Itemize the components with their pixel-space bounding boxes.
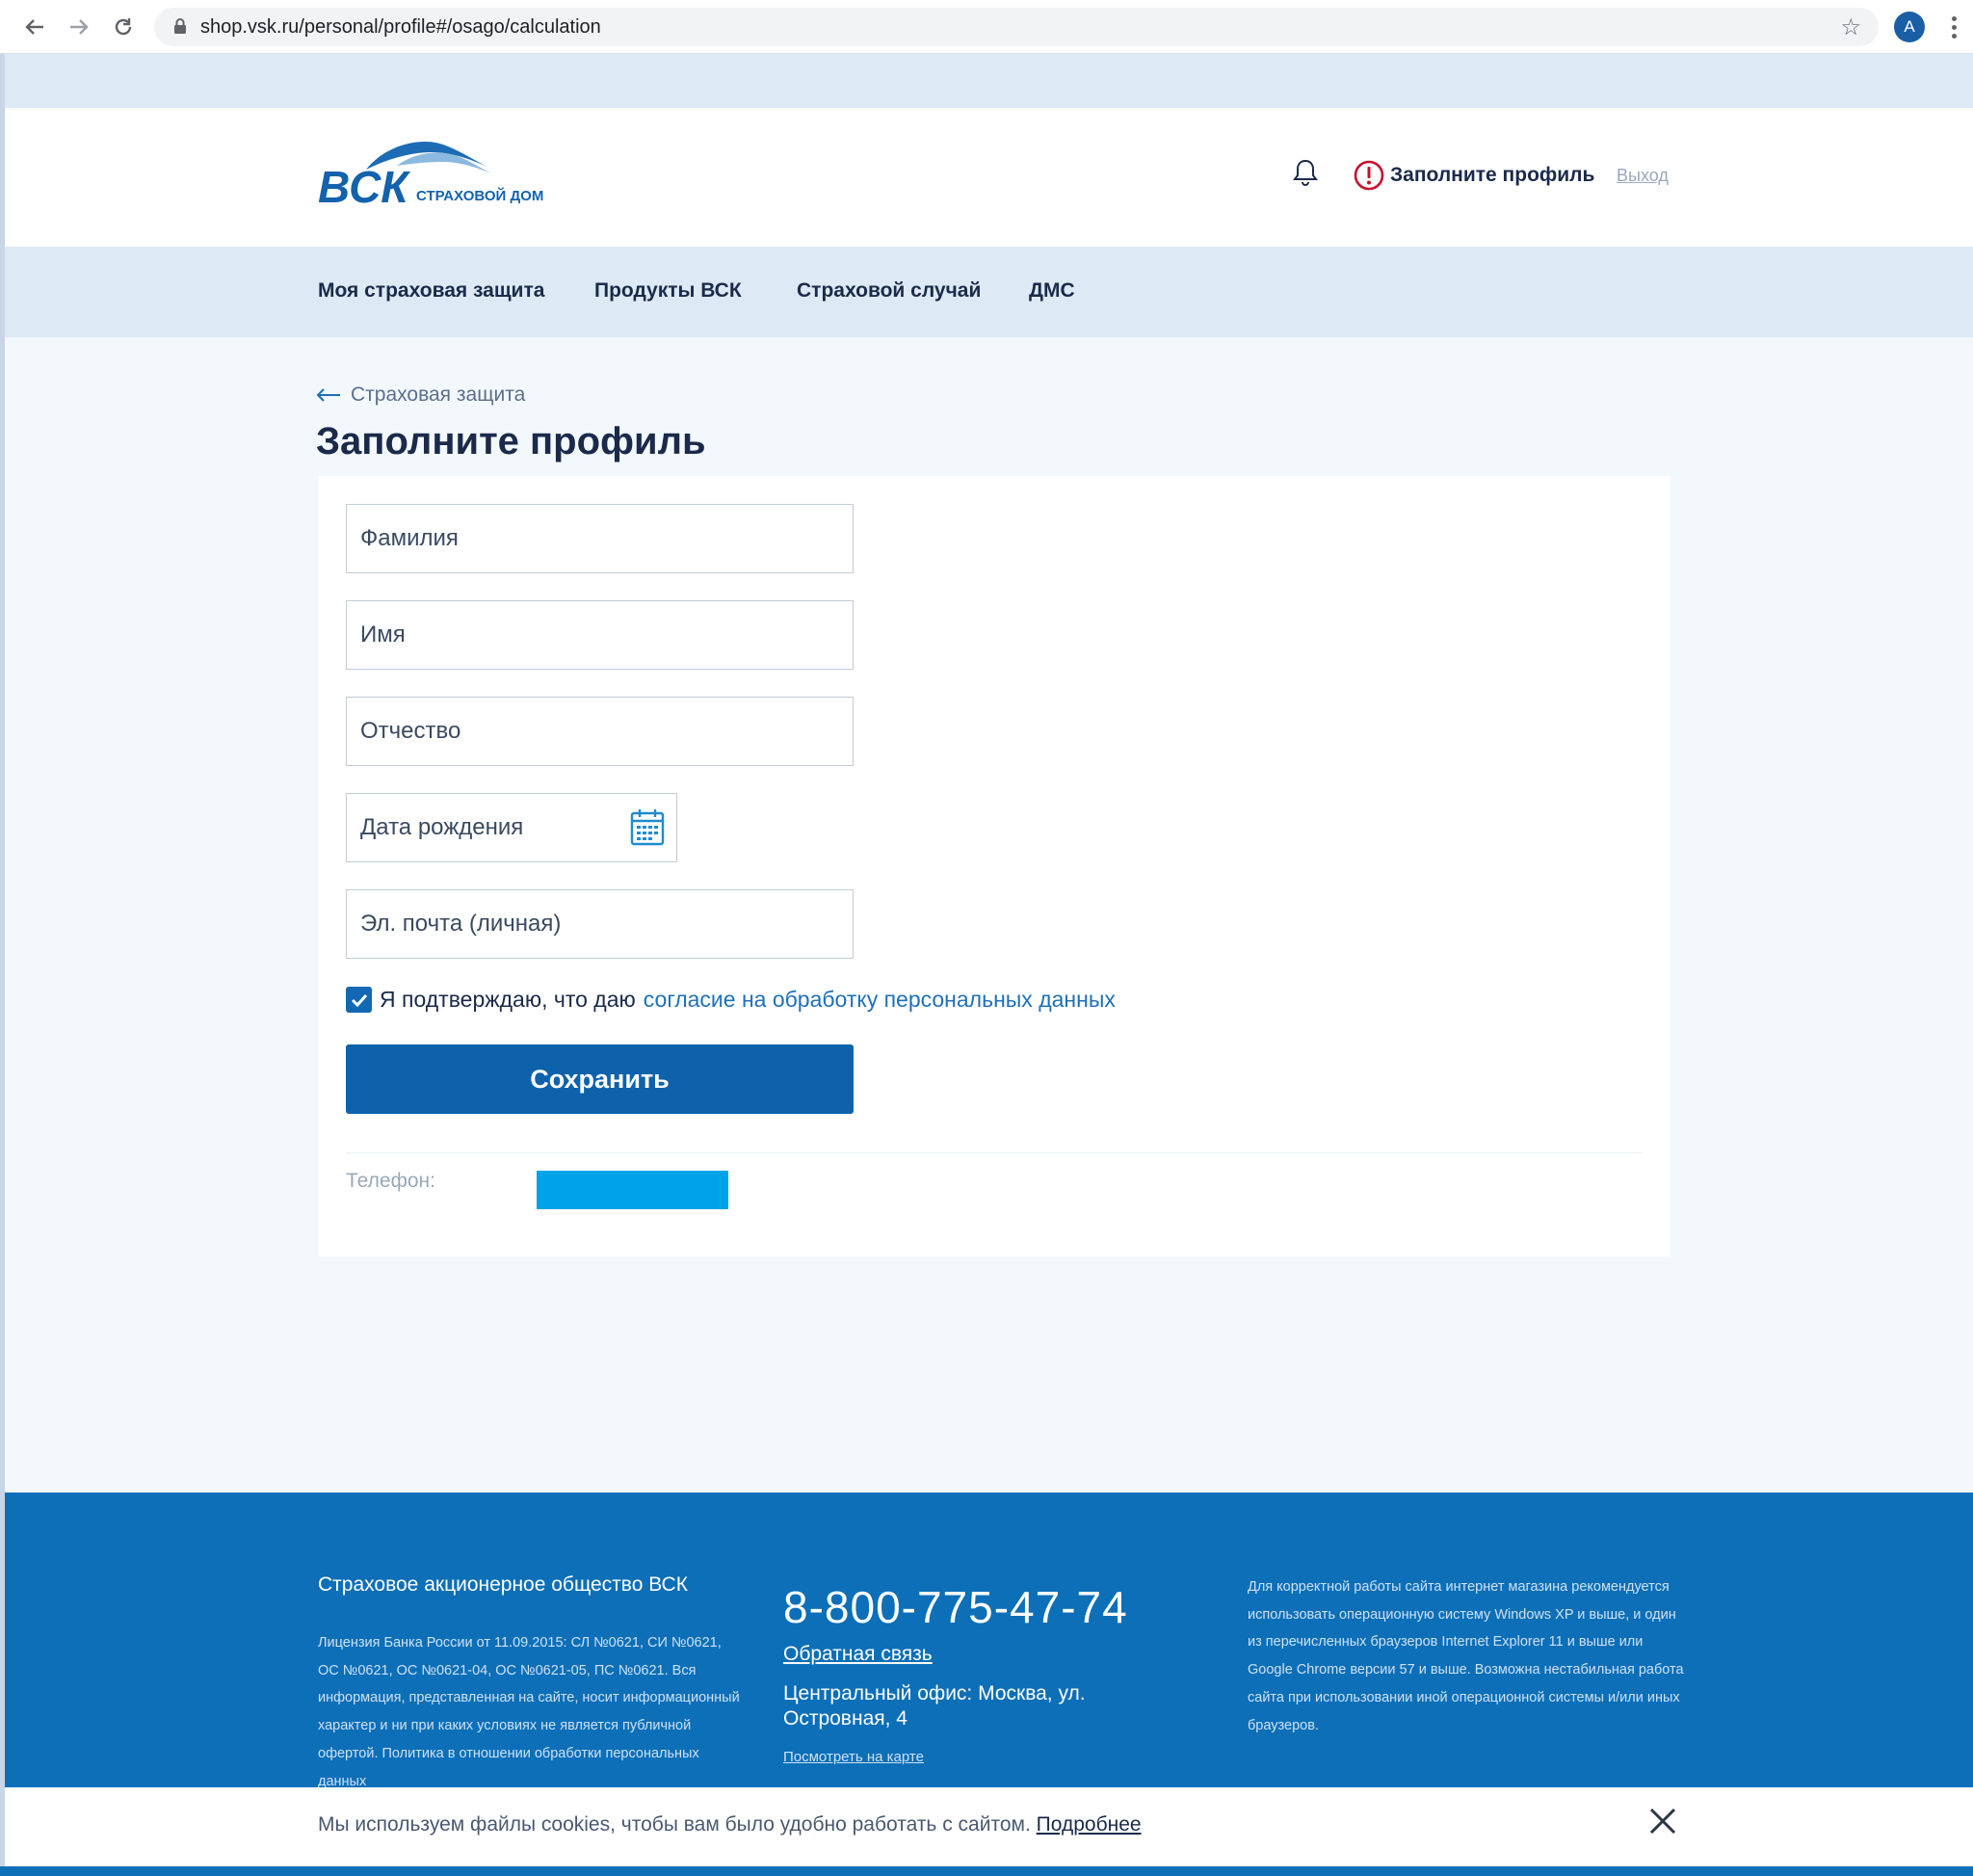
footer-phone[interactable]: 8-800-775-47-74 [783, 1581, 1128, 1633]
reload-icon[interactable] [108, 12, 139, 42]
notification-bell-icon[interactable] [1292, 158, 1319, 187]
close-icon[interactable] [1648, 1807, 1677, 1836]
page-title: Заполните профиль [316, 420, 706, 462]
phone-label: Телефон: [346, 1170, 435, 1192]
calendar-icon[interactable] [630, 807, 665, 846]
consent-checkbox[interactable] [346, 987, 372, 1013]
forward-arrow-icon[interactable] [64, 12, 94, 42]
logo-subtext: СТРАХОВОЙ ДОМ [416, 187, 543, 204]
address-bar[interactable]: shop.vsk.ru/personal/profile#/osago/calc… [154, 8, 1879, 46]
email-field[interactable] [346, 889, 854, 959]
consent-link[interactable]: согласие на обработку персональных данны… [644, 987, 1116, 1013]
back-link[interactable]: Страховая защита [316, 383, 525, 407]
nav-products[interactable]: Продукты ВСК [594, 279, 742, 303]
bookmark-star-icon[interactable]: ☆ [1840, 13, 1861, 41]
phone-value-redacted [537, 1171, 728, 1209]
cookie-message: Мы используем файлы cookies, чтобы вам б… [318, 1813, 1031, 1836]
logo-text: ВСК [318, 162, 410, 212]
save-button[interactable]: Сохранить [346, 1044, 854, 1114]
bottom-stripe [0, 1866, 1973, 1876]
fill-profile-link[interactable]: Заполните профиль [1354, 160, 1594, 191]
top-strip [5, 54, 1973, 108]
footer-company: Страховое акционерное общество ВСК [318, 1573, 688, 1596]
cookie-text-row: Мы используем файлы cookies, чтобы вам б… [318, 1813, 1142, 1836]
patronymic-field[interactable] [346, 697, 854, 766]
footer-browser-notice: Для корректной работы сайта интернет маг… [1248, 1579, 1684, 1733]
email-input[interactable] [347, 890, 853, 958]
first-name-field[interactable] [346, 600, 854, 670]
back-link-label: Страховая защита [351, 383, 526, 406]
logout-link[interactable]: Выход [1617, 166, 1669, 186]
nav-my-protection[interactable]: Моя страховая защита [318, 279, 544, 303]
footer-map-link[interactable]: Посмотреть на карте [783, 1749, 924, 1765]
last-name-input[interactable] [347, 505, 853, 572]
vsk-logo[interactable]: ВСК СТРАХОВОЙ ДОМ [318, 137, 559, 214]
footer-office-address: Центральный офис: Москва, ул. Островная,… [783, 1682, 1086, 1730]
url-text[interactable]: shop.vsk.ru/personal/profile#/osago/calc… [200, 16, 601, 39]
main-navigation: Моя страховая защита Продукты ВСК Страхо… [5, 247, 1973, 337]
profile-form-card: Я подтверждаю, что даю согласие на обраб… [318, 476, 1670, 1256]
cookie-banner: Мы используем файлы cookies, чтобы вам б… [5, 1787, 1973, 1866]
browser-toolbar: shop.vsk.ru/personal/profile#/osago/calc… [0, 0, 1973, 54]
back-arrow-icon[interactable] [19, 12, 50, 42]
birthdate-input[interactable] [347, 794, 676, 861]
arrow-left-icon [316, 388, 340, 402]
nav-dms[interactable]: ДМС [1029, 279, 1075, 303]
nav-insurance-case[interactable]: Страховой случай [797, 279, 981, 303]
patronymic-input[interactable] [347, 698, 853, 765]
checkmark-icon [351, 993, 367, 1007]
birthdate-field[interactable] [346, 793, 677, 862]
profile-avatar[interactable]: A [1894, 12, 1925, 42]
divider [346, 1152, 1643, 1153]
lock-icon [174, 18, 186, 34]
site-footer: Страховое акционерное общество ВСК Лицен… [5, 1493, 1973, 1789]
consent-text: Я подтверждаю, что даю [380, 987, 636, 1012]
cookie-more-link[interactable]: Подробнее [1037, 1813, 1142, 1836]
fill-profile-label: Заполните профиль [1390, 164, 1595, 186]
footer-license: Лицензия Банка России от 11.09.2015: СЛ … [318, 1635, 740, 1789]
warning-icon [1354, 160, 1384, 191]
first-name-input[interactable] [347, 601, 853, 669]
site-header: ВСК СТРАХОВОЙ ДОМ Заполните профиль Выхо… [5, 108, 1973, 247]
last-name-field[interactable] [346, 504, 854, 573]
browser-menu-icon[interactable] [1946, 12, 1961, 42]
footer-feedback-link[interactable]: Обратная связь [783, 1643, 933, 1666]
consent-row: Я подтверждаю, что даю согласие на обраб… [346, 987, 1116, 1013]
